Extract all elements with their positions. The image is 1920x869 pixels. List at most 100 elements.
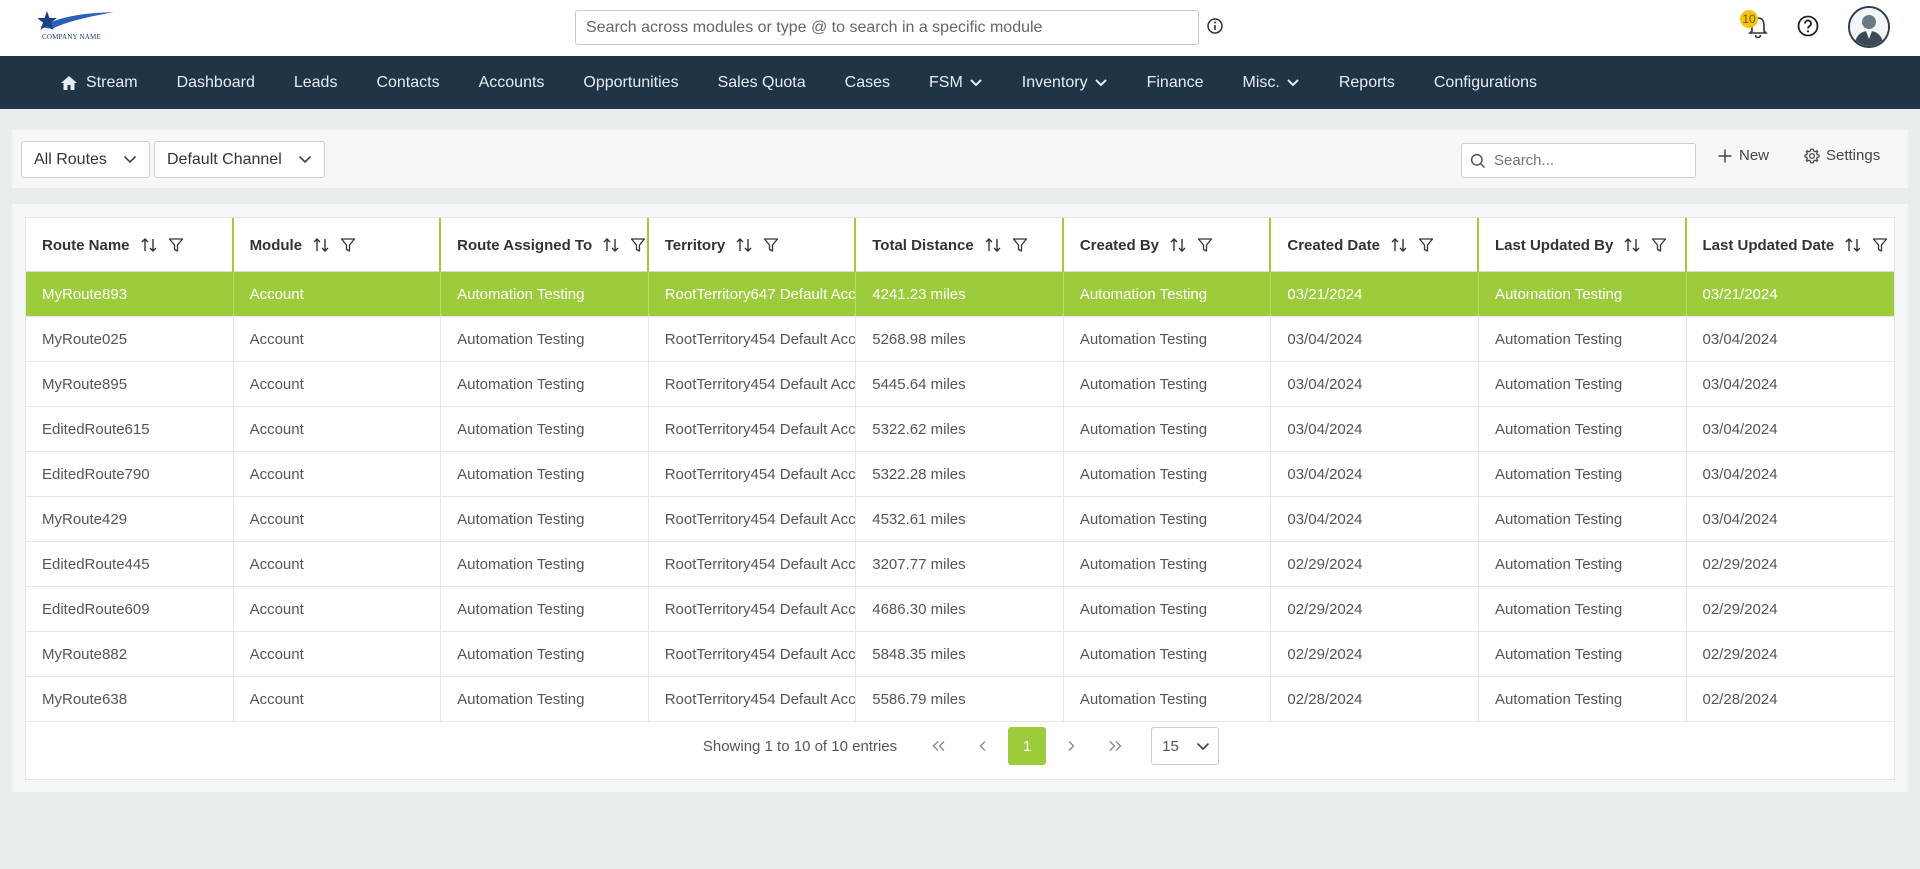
table-row[interactable]: MyRoute895 Account Automation Testing RootT… — [26, 362, 1894, 407]
cell-last-updated-by: Automation Testing — [1479, 317, 1687, 361]
routes-filter-select[interactable]: All Routes — [21, 141, 150, 178]
page-button-current[interactable]: 1 — [1008, 727, 1047, 765]
list-search-input[interactable] — [1494, 152, 1684, 169]
list-toolbar: All Routes Default Channel New Settings — [12, 130, 1908, 188]
page-size-select[interactable]: 15 — [1151, 727, 1220, 765]
prev-page-button[interactable] — [962, 727, 1004, 765]
new-button[interactable]: New — [1717, 147, 1769, 164]
filter-icon[interactable] — [1418, 237, 1434, 253]
column-header-module[interactable]: Module — [234, 218, 442, 272]
chevron-left-icon — [979, 741, 986, 751]
cell-module: Account — [234, 497, 442, 541]
nav-item-fsm[interactable]: FSM — [929, 74, 983, 92]
nav-item-sales-quota[interactable]: Sales Quota — [718, 74, 806, 92]
sort-icon[interactable] — [312, 236, 330, 254]
cell-route-name[interactable]: EditedRoute615 — [26, 407, 234, 451]
cell-last-updated-date: 02/28/2024 — [1702, 690, 1778, 708]
column-header-route-name[interactable]: Route Name — [26, 218, 234, 272]
cell-route-name[interactable]: MyRoute025 — [26, 317, 234, 361]
nav-item-configurations[interactable]: Configurations — [1434, 74, 1537, 92]
last-page-button[interactable] — [1094, 727, 1136, 765]
nav-item-finance[interactable]: Finance — [1147, 74, 1204, 92]
cell-route-name[interactable]: EditedRoute445 — [26, 542, 234, 586]
column-header-total-distance[interactable]: Total Distance — [856, 218, 1064, 272]
nav-item-misc[interactable]: Misc. — [1243, 74, 1300, 92]
company-logo[interactable]: COMPANY NAME — [37, 9, 116, 47]
sort-icon[interactable] — [1844, 236, 1862, 254]
sort-icon[interactable] — [602, 236, 620, 254]
sort-icon[interactable] — [140, 236, 158, 254]
sort-icon[interactable] — [984, 236, 1002, 254]
nav-item-leads[interactable]: Leads — [294, 74, 338, 92]
nav-item-reports[interactable]: Reports — [1339, 74, 1395, 92]
filter-icon[interactable] — [340, 237, 356, 253]
cell-route-assigned-to: Automation Testing — [441, 632, 649, 676]
table-row[interactable]: EditedRoute445 Account Automation Testing R… — [26, 542, 1894, 587]
nav-item-dashboard[interactable]: Dashboard — [177, 74, 255, 92]
filter-icon[interactable] — [1197, 237, 1213, 253]
filter-icon[interactable] — [1872, 237, 1888, 253]
table-row[interactable]: EditedRoute790 Account Automation Testing R… — [26, 452, 1894, 497]
sort-icon[interactable] — [1390, 236, 1408, 254]
sort-icon[interactable] — [735, 236, 753, 254]
cell-route-name[interactable]: EditedRoute609 — [26, 587, 234, 631]
cell-route-name[interactable]: MyRoute882 — [26, 632, 234, 676]
column-header-label: Last Updated By — [1494, 236, 1614, 254]
cell-route-name[interactable]: MyRoute893 — [26, 272, 234, 316]
settings-button[interactable]: Settings — [1804, 147, 1880, 164]
filter-icon[interactable] — [763, 237, 779, 253]
nav-item-stream[interactable]: Stream — [60, 74, 138, 92]
column-header-route-assigned-to[interactable]: Route Assigned To — [441, 218, 649, 272]
sort-icon[interactable] — [1623, 236, 1641, 254]
user-avatar[interactable] — [1848, 6, 1890, 48]
nav-item-opportunities[interactable]: Opportunities — [583, 74, 678, 92]
list-search-box[interactable] — [1461, 143, 1696, 178]
column-header-last-updated-by[interactable]: Last Updated By — [1479, 218, 1687, 272]
double-chevron-left-icon — [932, 741, 945, 751]
table-row[interactable]: MyRoute429 Account Automation Testing RootT… — [26, 497, 1894, 542]
cell-route-assigned-to: Automation Testing — [441, 362, 649, 406]
column-header-last-updated-date[interactable]: Last Updated Date — [1687, 218, 1895, 272]
search-icon — [1470, 153, 1486, 168]
column-header-territory[interactable]: Territory — [649, 218, 857, 272]
table-row[interactable]: MyRoute025 Account Automation Testing RootT… — [26, 317, 1894, 362]
nav-item-cases[interactable]: Cases — [845, 74, 890, 92]
cell-last-updated-date: 03/04/2024 — [1702, 375, 1778, 393]
table-row[interactable]: MyRoute638 Account Automation Testing RootT… — [26, 677, 1894, 722]
table-header: Route Name Module Route Assigned To Territo… — [26, 218, 1894, 272]
cell-route-name[interactable]: EditedRoute790 — [26, 452, 234, 496]
nav-item-inventory[interactable]: Inventory — [1022, 74, 1108, 92]
table-row[interactable]: EditedRoute609 Account Automation Testing R… — [26, 587, 1894, 632]
cell-created-date: 02/29/2024 — [1271, 632, 1479, 676]
filter-icon[interactable] — [1012, 237, 1028, 253]
cell-created-date: 03/04/2024 — [1271, 317, 1479, 361]
nav-item-accounts[interactable]: Accounts — [479, 74, 545, 92]
cell-route-name[interactable]: MyRoute638 — [26, 677, 234, 721]
channel-filter-select[interactable]: Default Channel — [154, 141, 325, 178]
first-page-button[interactable] — [918, 727, 960, 765]
filter-icon[interactable] — [630, 237, 646, 253]
cell-route-name[interactable]: MyRoute895 — [26, 362, 234, 406]
column-header-label: Route Assigned To — [457, 236, 593, 254]
global-search-input[interactable] — [575, 10, 1199, 45]
info-icon[interactable] — [1206, 17, 1224, 35]
cell-territory: RootTerritory454 Default Account — [649, 677, 857, 721]
nav-item-contacts[interactable]: Contacts — [376, 74, 439, 92]
column-header-created-date[interactable]: Created Date — [1271, 218, 1479, 272]
cell-route-name[interactable]: MyRoute429 — [26, 497, 234, 541]
filter-icon[interactable] — [1651, 237, 1667, 253]
table-row[interactable]: EditedRoute615 Account Automation Testing R… — [26, 407, 1894, 452]
cell-module: Account — [234, 632, 442, 676]
table-row[interactable]: MyRoute882 Account Automation Testing RootT… — [26, 632, 1894, 677]
table-row[interactable]: MyRoute893 Account Automation Testing RootT… — [26, 272, 1894, 317]
cell-route-assigned-to: Automation Testing — [441, 272, 649, 316]
sort-icon[interactable] — [1169, 236, 1187, 254]
gear-icon — [1804, 148, 1820, 163]
next-page-button[interactable] — [1050, 727, 1092, 765]
help-icon[interactable] — [1796, 14, 1820, 38]
column-header-created-by[interactable]: Created By — [1064, 218, 1272, 272]
filter-icon[interactable] — [168, 237, 184, 253]
cell-last-updated-by: Automation Testing — [1479, 272, 1687, 316]
cell-module: Account — [234, 407, 442, 451]
cell-last-updated-by: Automation Testing — [1479, 362, 1687, 406]
